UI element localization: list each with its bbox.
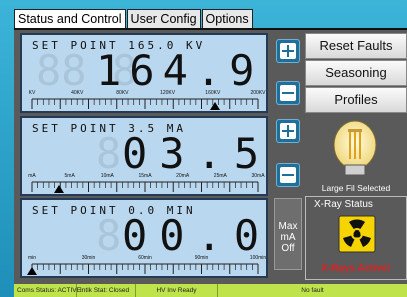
scale-tick-label: 30min: [81, 255, 96, 261]
time-display: SET POINT 0.0 MIN 8 00.0 min 30min 60min 90…: [20, 198, 268, 278]
kv-increase-button[interactable]: [276, 39, 300, 63]
filament-label: Large Fil Selected: [321, 183, 391, 193]
scale-tick-label: 120KV: [160, 90, 176, 96]
minus-icon: [282, 92, 294, 94]
scale-tick-label: 60min: [138, 255, 152, 261]
kv-display: SET POINT 165.0 KV 88 8 164.9 KV 40KV 80KV…: [20, 33, 268, 113]
kv-decrease-button[interactable]: [276, 81, 300, 105]
plus-icon: [282, 45, 294, 57]
status-bar: Coms Status: ACTIVE Intlk Stat: Closed H…: [14, 284, 407, 297]
xray-state-text: X-Rays Active!: [321, 263, 391, 274]
time-scale: min 30min 60min 90min 100min: [27, 252, 266, 276]
scale-ruler: [31, 98, 259, 109]
scale-tick-label: KV: [28, 90, 36, 96]
ma-increase-button[interactable]: [276, 119, 300, 143]
scale-tick-label: min: [27, 255, 37, 261]
reset-faults-button[interactable]: Reset Faults: [305, 33, 407, 59]
kv-scale: KV 40KV 80KV 120KV 160KV 200KV: [28, 87, 266, 111]
filament-bulb-icon: [333, 120, 377, 176]
seasoning-button[interactable]: Seasoning: [305, 60, 407, 86]
ma-scale: mA 5mA 10mA 15mA 20mA 25mA 30mA: [28, 170, 265, 194]
kv-value: 164.9: [96, 46, 263, 95]
ma-display: SET POINT 3.5 MA 8 03.5 mA 5mA 10mA 15mA 20m…: [20, 116, 268, 196]
ma-decrease-button[interactable]: [276, 163, 300, 187]
scale-tick-label: mA: [28, 173, 36, 179]
scale-tick-label: 80KV: [116, 90, 129, 96]
time-ghost-digit: 8: [96, 211, 122, 260]
hv-inverter-status: HV Inv Ready: [136, 284, 218, 297]
coms-status: Coms Status: ACTIVE: [14, 284, 81, 297]
radiation-icon: [338, 215, 376, 253]
scale-tick-label: 15mA: [138, 173, 152, 179]
fault-status: No fault: [301, 287, 324, 294]
scale-tick-label: 90min: [194, 255, 209, 261]
scale-tick-label: 5mA: [64, 173, 75, 179]
scale-tick-label: 40KV: [71, 90, 84, 96]
scale-tick-label: 25mA: [213, 173, 227, 179]
scale-tick-label: 160KV: [205, 90, 221, 96]
tab-status-and-control[interactable]: Status and Control: [14, 9, 126, 29]
profiles-button[interactable]: Profiles: [305, 87, 407, 113]
filament-selector[interactable]: Large Fil Selected: [305, 115, 407, 197]
scale-tick-label: 30mA: [251, 173, 265, 179]
scale-tick-label: 200KV: [250, 90, 266, 96]
time-value: 00.0: [122, 211, 268, 260]
scale-tick-label: 10mA: [100, 173, 114, 179]
xray-status-title: X-Ray Status: [314, 199, 373, 210]
kv-readout: 88 8 164.9: [36, 45, 258, 92]
minus-icon: [282, 174, 294, 176]
setpoint-marker[interactable]: [210, 102, 221, 110]
plus-icon: [282, 125, 294, 137]
xray-status-panel: X-Ray Status X-Rays Active!: [305, 196, 407, 280]
tab-user-config[interactable]: User Config: [126, 9, 201, 28]
tab-options[interactable]: Options: [201, 9, 253, 28]
setpoint-marker[interactable]: [54, 185, 65, 193]
ma-value: 03.5: [122, 129, 268, 178]
scale-tick-label: 100min: [249, 255, 267, 261]
setpoint-marker[interactable]: [27, 267, 37, 275]
ma-ghost-digit: 8: [96, 129, 122, 178]
max-ma-off-button[interactable]: Max mA Off: [274, 198, 302, 270]
ma-readout: 8 03.5: [36, 128, 259, 175]
interlock-status: Intlk Stat: Closed: [77, 284, 136, 297]
tab-bar: Status and Control User Config Options: [14, 9, 254, 29]
scale-tick-label: 20mA: [176, 173, 190, 179]
time-readout: 8 00.0: [36, 210, 259, 257]
